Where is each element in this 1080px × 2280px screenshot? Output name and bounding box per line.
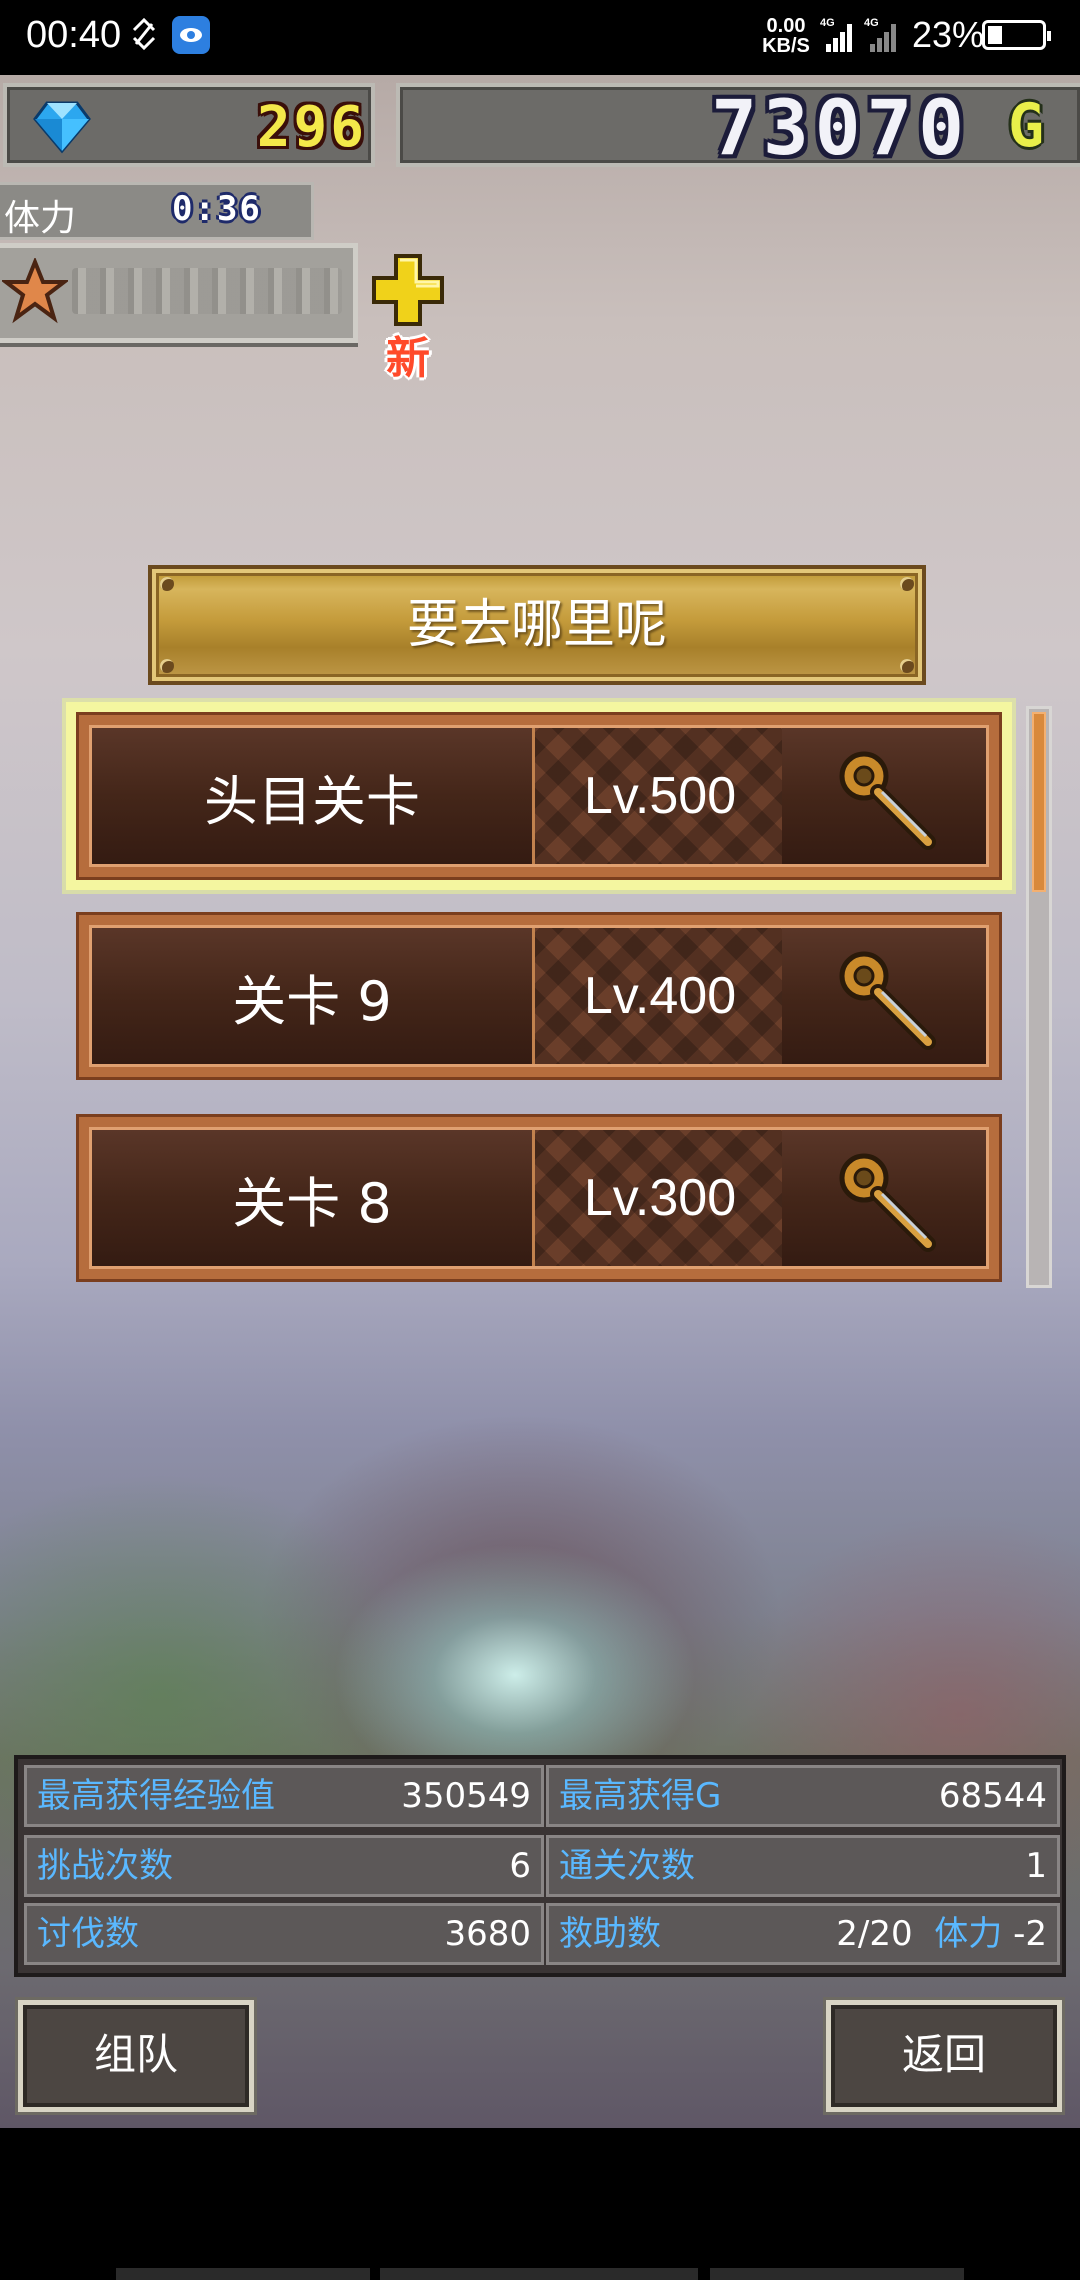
- gold-unit: G: [1008, 91, 1045, 161]
- stat-value: 3680: [444, 1914, 531, 1954]
- battery-percent: 23%: [912, 14, 985, 55]
- stat-label: 讨伐数: [37, 1914, 139, 1954]
- level-name-cell: 头目关卡: [92, 728, 532, 864]
- level-row-8[interactable]: 关卡 8 Lv.300: [76, 1114, 1002, 1282]
- level-requirement: Lv.400: [583, 967, 737, 1025]
- stat-value: 1: [1025, 1846, 1047, 1886]
- stamina-label: 体力: [4, 198, 77, 239]
- stamina-star-bar: [0, 243, 358, 343]
- key-icon: [839, 951, 936, 1050]
- network-speed-unit: KB/S: [762, 35, 810, 57]
- stat-defeats: 讨伐数 3680: [24, 1903, 544, 1965]
- signal-4g-icon: 4G: [820, 17, 852, 52]
- level-key-cell: [782, 728, 986, 864]
- battery-fill: [988, 26, 1002, 44]
- status-time: 00:40: [26, 14, 122, 56]
- rescue-stamina-cost: -2: [1013, 1914, 1047, 1954]
- key-icon: [839, 1153, 936, 1252]
- star-icon: [2, 258, 68, 324]
- level-row-boss[interactable]: 头目关卡 Lv.500: [66, 702, 1012, 890]
- status-bar: 00:40 0.00 KB/S 4G 4G 23%: [0, 0, 1080, 75]
- stamina-pegs: [72, 268, 342, 314]
- level-name: 关卡 9: [232, 969, 392, 1033]
- level-key-cell: [782, 928, 986, 1064]
- level-name-cell: 关卡 8: [92, 1130, 532, 1266]
- stat-value: 6: [509, 1846, 531, 1886]
- level-row-inner: 关卡 9 Lv.400: [89, 925, 989, 1067]
- bottom-black-bar: [0, 2128, 1080, 2280]
- nav-hint-bar: [380, 2268, 698, 2280]
- level-list-scrollbar[interactable]: [1026, 706, 1052, 1288]
- rescue-stamina-label: 体力: [934, 1914, 1003, 1954]
- level-lv-cell: Lv.500: [532, 728, 788, 864]
- page-title: 要去哪里呢: [406, 595, 667, 655]
- stat-value: 2/20 体力 -2: [836, 1906, 1047, 1962]
- level-lv-cell: Lv.400: [532, 928, 788, 1064]
- back-button[interactable]: 返回: [826, 2000, 1062, 2112]
- network-speed-value: 0.00: [766, 15, 806, 37]
- stat-label: 救助数: [559, 1914, 661, 1954]
- stamina-panel: 体力 0:36: [0, 182, 314, 240]
- level-requirement: Lv.300: [583, 1169, 737, 1227]
- scrollbar-thumb[interactable]: [1032, 712, 1046, 892]
- signal1-label: 4G: [820, 17, 835, 29]
- stat-value: 68544: [938, 1776, 1047, 1816]
- level-lv-cell: Lv.300: [532, 1130, 788, 1266]
- new-badge: 新: [386, 333, 430, 384]
- stat-value: 350549: [401, 1776, 531, 1816]
- key-icon: [839, 751, 936, 850]
- gold-count: 73070: [711, 83, 970, 172]
- network-speed: 0.00 KB/S: [758, 16, 814, 56]
- signal2-label: 4G: [864, 17, 879, 29]
- stat-label: 最高获得经验值: [37, 1776, 275, 1816]
- level-key-cell: [782, 1130, 986, 1266]
- rescue-count: 2/20: [836, 1914, 913, 1954]
- gem-panel: 296: [3, 83, 375, 167]
- eye-app-icon: [172, 16, 210, 54]
- stats-panel: 最高获得经验值 350549 最高获得G 68544 挑战次数 6 通关次数 1…: [14, 1755, 1066, 1977]
- gold-panel: 73070 G: [396, 83, 1080, 172]
- battery-icon: [982, 20, 1051, 50]
- level-row-9[interactable]: 关卡 9 Lv.400: [76, 912, 1002, 1080]
- stat-clears: 通关次数 1: [546, 1835, 1060, 1897]
- sync-icon: [132, 17, 156, 51]
- stat-max-gold: 最高获得G 68544: [546, 1765, 1060, 1827]
- diamond-icon: [33, 101, 91, 154]
- destination-title-plaque: 要去哪里呢: [148, 565, 926, 685]
- signal-4g-icon: 4G: [864, 17, 896, 52]
- level-name: 关卡 8: [232, 1171, 392, 1235]
- party-button[interactable]: 组队: [18, 2000, 254, 2112]
- nav-hint-bar: [116, 2268, 370, 2280]
- level-name: 头目关卡: [204, 769, 420, 833]
- stat-challenges: 挑战次数 6: [24, 1835, 544, 1897]
- stat-label: 最高获得G: [559, 1776, 722, 1816]
- level-row-inner: 关卡 8 Lv.300: [89, 1127, 989, 1269]
- stat-label: 通关次数: [559, 1846, 695, 1886]
- level-row-inner: 头目关卡 Lv.500: [89, 725, 989, 867]
- level-requirement: Lv.500: [583, 767, 737, 825]
- stat-label: 挑战次数: [37, 1846, 173, 1886]
- gem-count: 296: [256, 95, 367, 160]
- nav-hint-bar: [710, 2268, 964, 2280]
- level-name-cell: 关卡 9: [92, 928, 532, 1064]
- stat-rescue: 救助数 2/20 体力 -2: [546, 1903, 1060, 1965]
- plus-icon[interactable]: [372, 254, 444, 326]
- stat-max-exp: 最高获得经验值 350549: [24, 1765, 544, 1827]
- stamina-timer: 0:36: [172, 189, 262, 229]
